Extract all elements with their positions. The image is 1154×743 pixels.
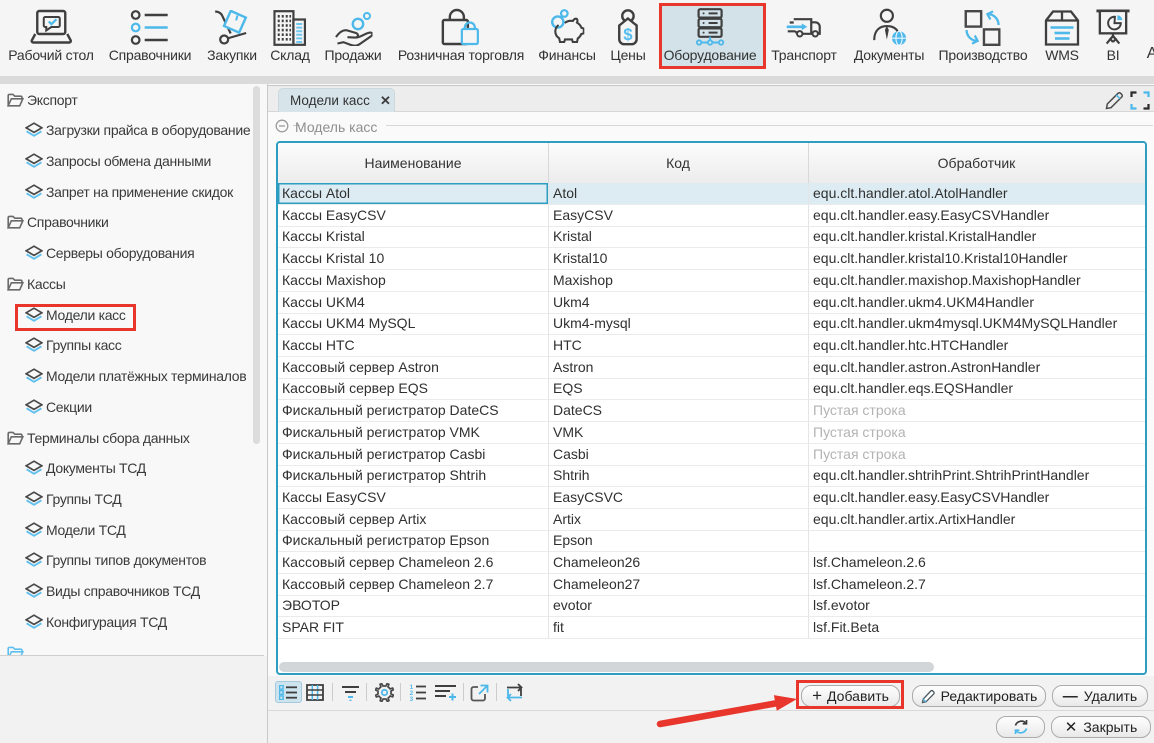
svg-text:3: 3	[410, 697, 414, 701]
svg-text:$: $	[623, 26, 632, 44]
